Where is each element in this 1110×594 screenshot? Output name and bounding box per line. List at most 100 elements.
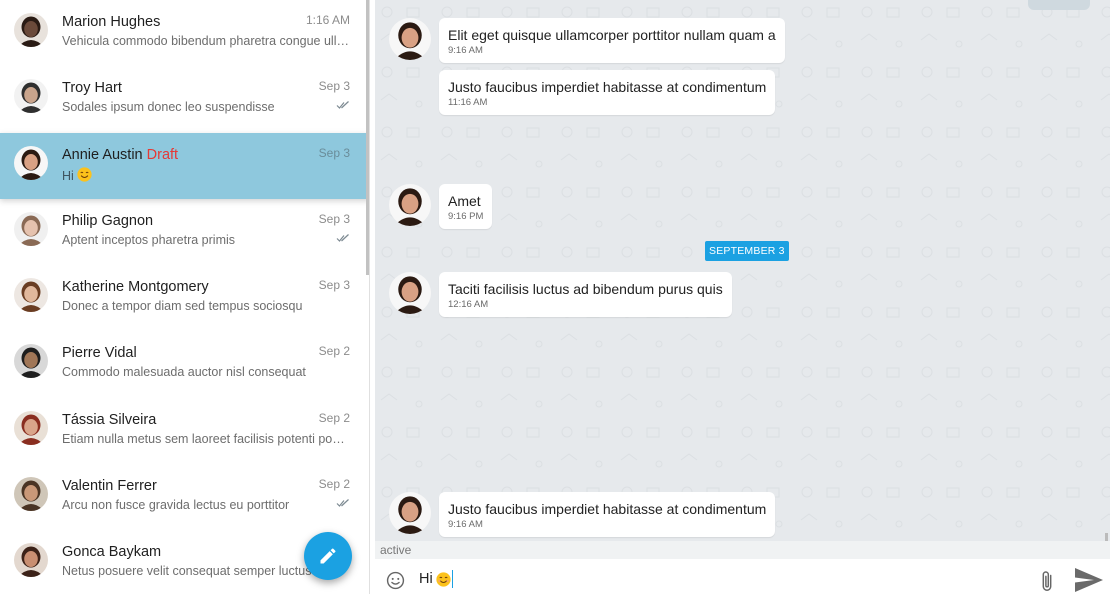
conversation-time: Sep 3 <box>318 79 350 94</box>
conversation-preview: Donec a tempor diam sed tempus sociosqu <box>62 299 302 313</box>
status-text: active <box>380 543 412 557</box>
incoming-message-bubble[interactable]: Justo faucibus imperdiet habitasse at co… <box>439 492 776 537</box>
message-timestamp: 11:16 AM <box>448 97 488 108</box>
draft-label: Draft <box>142 146 179 163</box>
preview-text: Hi <box>62 168 74 183</box>
avatar <box>14 477 48 512</box>
message-input[interactable]: Hi <box>419 567 1019 591</box>
message-text: Elit eget quisque ullamcorper porttitor … <box>448 27 776 43</box>
conversation-name: Valentin Ferrer <box>62 478 157 494</box>
paperclip-icon[interactable] <box>1038 569 1056 593</box>
conversation-item[interactable]: Philip Gagnon Sep 3 Aptent inceptos pharet… <box>0 199 369 265</box>
message-timestamp: 12:16 AM <box>448 299 489 310</box>
conversation-preview: Netus posuere velit consequat semper luc… <box>62 564 311 578</box>
contact-name: Philip Gagnon <box>62 212 154 229</box>
compose-button[interactable] <box>304 532 352 580</box>
chat-panel: Elit eget quisque ullamcorper porttitor … <box>375 0 1110 594</box>
message-time: 11:16 AM <box>448 97 766 109</box>
incoming-message-bubble[interactable]: Taciti facilisis luctus ad bibendum puru… <box>439 272 732 317</box>
conversation-preview: Aptent inceptos pharetra primis <box>62 233 235 247</box>
avatar <box>389 492 431 534</box>
pencil-icon <box>320 548 336 564</box>
contact-name: Marion Hughes <box>62 14 161 30</box>
conversation-item[interactable]: Valentin Ferrer Sep 2 Arcu non fusce gravi… <box>0 464 369 530</box>
send-icon[interactable] <box>1074 567 1104 593</box>
message-time: 9:16 AM <box>448 519 766 531</box>
message-input-bar: Hi <box>375 559 1110 594</box>
conversation-preview: Arcu non fusce gravida lectus eu porttit… <box>62 498 289 512</box>
avatar <box>14 278 48 313</box>
conversation-preview: Sodales ipsum donec leo suspendisse <box>62 100 275 114</box>
contact-name: Tássia Silveira <box>62 411 157 428</box>
conversation-list: Marion Hughes 1:16 AM Vehicula commodo bib… <box>0 0 369 594</box>
conversation-item[interactable]: Marion Hughes 1:16 AM Vehicula commodo bib… <box>0 0 369 66</box>
avatar <box>14 79 48 114</box>
message-timestamp: 9:16 PM <box>448 211 484 222</box>
message-text: Justo faucibus imperdiet habitasse at co… <box>448 501 767 517</box>
contact-name: Valentin Ferrer <box>62 478 157 495</box>
preview-emoji <box>74 166 92 183</box>
read-receipt-icon <box>336 233 349 242</box>
message-time: 9:16 PM <box>448 211 483 223</box>
conversation-name: Philip Gagnon <box>62 213 153 229</box>
conversation-time: Sep 2 <box>318 344 350 359</box>
contact-name: Annie Austin <box>62 146 143 163</box>
smiling-face-emoji-icon <box>77 166 92 182</box>
avatar <box>14 211 48 246</box>
conversation-item[interactable]: Troy Hart Sep 3 Sodales ipsum donec leo su… <box>0 66 369 132</box>
smiley-icon[interactable] <box>386 571 405 590</box>
conversation-time: Sep 3 <box>318 211 350 226</box>
avatar <box>389 272 431 314</box>
sidebar-scrollbar[interactable] <box>366 0 369 275</box>
preview-text: Vehicula commodo bibendum pharetra congu… <box>62 34 350 48</box>
avatar <box>14 13 48 47</box>
status-bar: active <box>375 541 1110 559</box>
message-time: 12:16 AM <box>448 299 723 311</box>
contact-name: Pierre Vidal <box>62 345 137 362</box>
date-separator: SEPTEMBER 3 <box>705 241 789 261</box>
conversation-time: Sep 3 <box>318 278 350 293</box>
avatar <box>14 344 48 379</box>
conversation-preview: Hi <box>62 166 92 183</box>
conversation-preview: Commodo malesuada auctor nisl consequat <box>62 365 306 379</box>
conversation-preview: Etiam nulla metus sem laoreet facilisis … <box>62 432 350 446</box>
smiling-face-emoji-icon <box>436 571 451 587</box>
conversation-item[interactable]: Pierre Vidal Sep 2 Commodo malesuada aucto… <box>0 331 369 397</box>
message-text: Justo faucibus imperdiet habitasse at co… <box>448 79 767 95</box>
preview-text: Netus posuere velit consequat semper luc… <box>62 564 312 579</box>
conversation-preview: Vehicula commodo bibendum pharetra congu… <box>62 34 350 48</box>
chat-scrollbar[interactable] <box>1105 533 1108 541</box>
avatar <box>14 543 48 578</box>
conversation-sidebar: Marion Hughes 1:16 AM Vehicula commodo bib… <box>0 0 370 594</box>
text-caret <box>451 570 454 588</box>
preview-text: Donec a tempor diam sed tempus sociosqu <box>62 299 303 314</box>
message-time: 9:16 AM <box>448 45 776 57</box>
message-timestamp: 9:16 AM <box>448 519 483 530</box>
conversation-item[interactable]: Katherine Montgomery Sep 3 Donec a tempor … <box>0 265 369 331</box>
avatar <box>389 184 431 226</box>
incoming-message-bubble[interactable]: Amet 9:16 PM <box>439 184 493 229</box>
conversation-time: Sep 3 <box>318 145 350 160</box>
conversation-name: Katherine Montgomery <box>62 279 209 295</box>
avatar <box>14 410 48 445</box>
message-bubble-partial <box>1028 0 1090 10</box>
read-receipt-icon <box>336 499 349 507</box>
incoming-message-bubble[interactable]: Elit eget quisque ullamcorper porttitor … <box>439 18 785 63</box>
conversation-name: Tássia Silveira <box>62 412 156 428</box>
contact-name: Gonca Baykam <box>62 544 162 561</box>
conversation-name: Annie Austin Draft <box>62 147 178 163</box>
conversation-name: Gonca Baykam <box>62 544 161 560</box>
incoming-message-bubble[interactable]: Justo faucibus imperdiet habitasse at co… <box>439 70 776 115</box>
conversation-time: 1:16 AM <box>305 13 350 27</box>
conversation-item[interactable]: Annie Austin Draft Sep 3 Hi <box>0 132 369 199</box>
conversation-name: Pierre Vidal <box>62 345 137 361</box>
conversation-name: Troy Hart <box>62 80 122 96</box>
contact-name: Katherine Montgomery <box>62 279 209 296</box>
conversation-time: Sep 2 <box>318 410 350 425</box>
conversation-time: Sep 2 <box>318 477 350 492</box>
conversation-item[interactable]: Tássia Silveira Sep 2 Etiam nulla metus se… <box>0 398 369 464</box>
preview-text: Arcu non fusce gravida lectus eu porttit… <box>62 498 290 513</box>
preview-text: Commodo malesuada auctor nisl consequat <box>62 365 306 380</box>
message-input-value: Hi <box>419 571 433 587</box>
conversation-name: Marion Hughes <box>62 14 160 30</box>
